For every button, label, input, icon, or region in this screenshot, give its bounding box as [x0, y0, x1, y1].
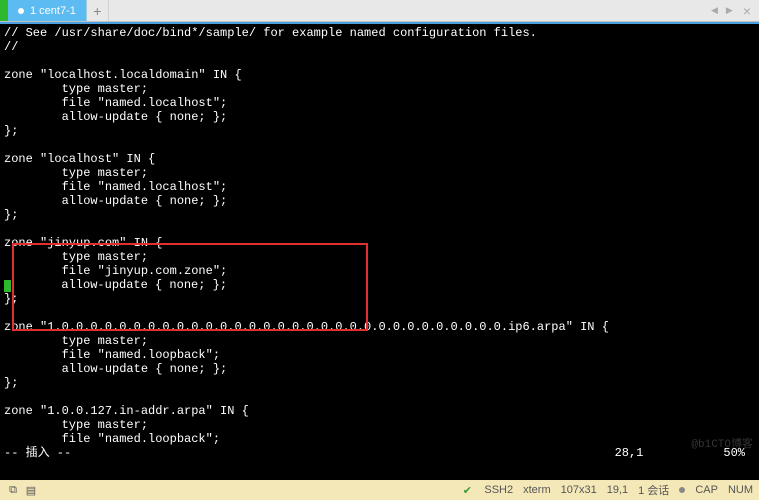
tab-nav-prev-icon[interactable]: ◀ — [709, 5, 720, 16]
connected-icon: ✔ — [460, 483, 474, 497]
statusbar-right: ✔ SSH2 xterm 107x31 19,1 1 会话 CAP NUM — [460, 482, 753, 498]
vim-cursor-position: 28,1 — [615, 446, 724, 460]
terminal-content: // See /usr/share/doc/bind*/sample/ for … — [4, 26, 755, 446]
status-ssh: SSH2 — [484, 484, 513, 496]
tabbar-controls: ◀ ▶ × — [709, 0, 759, 21]
session-icon[interactable]: ▤ — [24, 483, 38, 497]
terminal-viewport[interactable]: // See /usr/share/doc/bind*/sample/ for … — [0, 22, 759, 480]
vim-mode: -- 插入 -- — [4, 446, 71, 460]
status-num: NUM — [728, 484, 753, 496]
statusbar-left-icons: ⧉ ▤ — [6, 483, 38, 497]
tab-cent7-1[interactable]: 1 cent7-1 — [8, 0, 87, 21]
tabbar-close-icon[interactable]: × — [739, 3, 755, 19]
tab-label: 1 cent7-1 — [30, 5, 76, 17]
tab-status-dot-icon — [18, 8, 24, 14]
status-cap: CAP — [695, 484, 718, 496]
status-rows: 19,1 — [607, 484, 628, 496]
status-bar: ⧉ ▤ ✔ SSH2 xterm 107x31 19,1 1 会话 CAP NU… — [0, 480, 759, 500]
tab-bar: 1 cent7-1 + ◀ ▶ × — [0, 0, 759, 22]
status-sessions: 1 会话 — [638, 482, 669, 498]
vim-scroll-percent: 50% — [723, 446, 755, 460]
status-term: xterm — [523, 484, 551, 496]
vim-status-line: -- 插入 -- 28,150% — [4, 446, 755, 460]
tab-active-indicator — [0, 0, 8, 21]
tab-add-button[interactable]: + — [87, 0, 109, 21]
activity-dot-icon — [679, 487, 685, 493]
status-size: 107x31 — [561, 484, 597, 496]
snippet-icon[interactable]: ⧉ — [6, 483, 20, 497]
tab-nav-next-icon[interactable]: ▶ — [724, 5, 735, 16]
